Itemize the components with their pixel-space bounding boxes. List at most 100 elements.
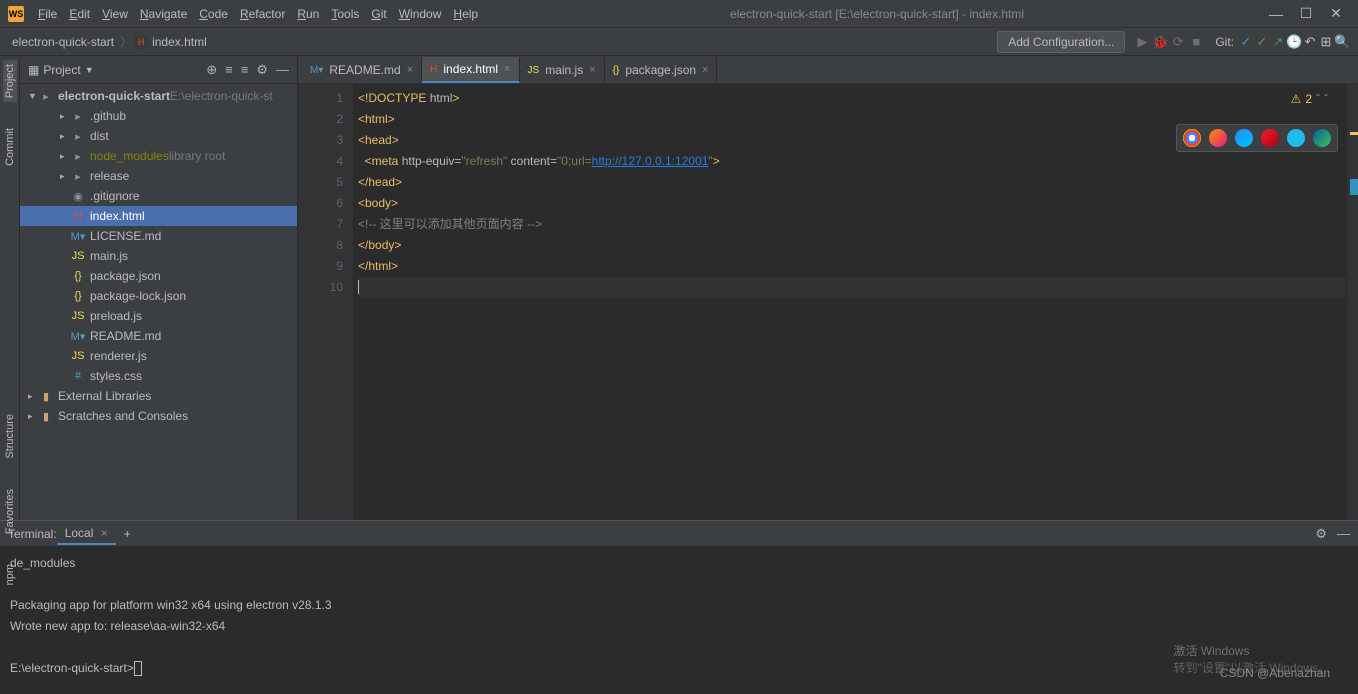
tree-root[interactable]: ▼▸electron-quick-start E:\electron-quick… xyxy=(20,86,297,106)
html-icon: H xyxy=(134,35,148,49)
csdn-attribution: CSDN @Abenazhan xyxy=(1220,666,1330,680)
close-tab-icon[interactable]: × xyxy=(101,526,108,540)
menu-tools[interactable]: Tools xyxy=(325,3,365,25)
tree-item-renderer-js[interactable]: JSrenderer.js xyxy=(20,346,297,366)
opera-icon[interactable] xyxy=(1261,129,1279,147)
editor-body: 12345678910 <!DOCTYPE html><html><head> … xyxy=(298,84,1358,520)
tree-scratches[interactable]: ▸▮Scratches and Consoles xyxy=(20,406,297,426)
debug-icon[interactable]: 🐞 xyxy=(1151,34,1169,50)
minimize-button[interactable]: — xyxy=(1270,8,1282,20)
tree-item-index-html[interactable]: Hindex.html xyxy=(20,206,297,226)
tree-item-release[interactable]: ▸▸release xyxy=(20,166,297,186)
menu-code[interactable]: Code xyxy=(193,3,234,25)
collapse-all-icon[interactable]: ≡ xyxy=(241,62,249,78)
breadcrumb-file[interactable]: index.html xyxy=(148,33,211,51)
terminal-tab-local[interactable]: Local × xyxy=(57,523,116,545)
warning-icon: ⚠ xyxy=(1291,92,1302,106)
sidebar-title[interactable]: ▦ Project ▼ xyxy=(28,63,94,77)
main-area: Project Commit ▦ Project ▼ ⊕ ≡ ≡ ⚙ — ▼▸e… xyxy=(0,56,1358,520)
firefox-icon[interactable] xyxy=(1209,129,1227,147)
tree-item-styles-css[interactable]: #styles.css xyxy=(20,366,297,386)
tree-item-package-lock-json[interactable]: {}package-lock.json xyxy=(20,286,297,306)
line-gutter: 12345678910 xyxy=(298,84,354,520)
tool-tab-project[interactable]: Project xyxy=(3,60,17,102)
tool-tab-favorites[interactable]: Favorites xyxy=(3,485,17,538)
tool-tab-commit[interactable]: Commit xyxy=(3,124,17,170)
window-title: electron-quick-start [E:\electron-quick-… xyxy=(484,7,1270,21)
tree-item-package-json[interactable]: {}package.json xyxy=(20,266,297,286)
close-button[interactable]: ✕ xyxy=(1330,8,1342,20)
project-tree[interactable]: ▼▸electron-quick-start E:\electron-quick… xyxy=(20,84,297,520)
tree-item-README-md[interactable]: M▾README.md xyxy=(20,326,297,346)
add-configuration-button[interactable]: Add Configuration... xyxy=(997,31,1125,53)
maximize-button[interactable]: ☐ xyxy=(1300,8,1312,20)
tree-item-dist[interactable]: ▸▸dist xyxy=(20,126,297,146)
coverage-icon[interactable]: ⟳ xyxy=(1169,34,1187,50)
git-label: Git: xyxy=(1215,35,1234,49)
ie-icon[interactable] xyxy=(1287,129,1305,147)
terminal-panel: Terminal: Local × + ⚙ — de_modules Packa… xyxy=(0,520,1358,694)
terminal-hide-icon[interactable]: — xyxy=(1337,526,1350,542)
menu-edit[interactable]: Edit xyxy=(63,3,96,25)
tree-item-preload-js[interactable]: JSpreload.js xyxy=(20,306,297,326)
chrome-icon[interactable] xyxy=(1183,129,1201,147)
git-commit-icon[interactable]: ✓ xyxy=(1254,34,1270,50)
menu-refactor[interactable]: Refactor xyxy=(234,3,291,25)
sidebar-title-label: Project xyxy=(43,63,80,77)
settings-icon[interactable]: ⚙ xyxy=(256,62,268,78)
tab-main-js[interactable]: JSmain.js× xyxy=(520,57,605,83)
close-tab-icon[interactable]: × xyxy=(589,64,595,76)
terminal-tab-label: Local xyxy=(65,526,94,540)
warning-count: 2 xyxy=(1305,92,1312,106)
run-icon[interactable]: ▶ xyxy=(1133,34,1151,50)
menu-navigate[interactable]: Navigate xyxy=(134,3,193,25)
tree-item--gitignore[interactable]: ◉.gitignore xyxy=(20,186,297,206)
tree-item-LICENSE-md[interactable]: M▾LICENSE.md xyxy=(20,226,297,246)
tool-tab-structure[interactable]: Structure xyxy=(3,410,17,463)
safari-icon[interactable] xyxy=(1235,129,1253,147)
project-icon: ▦ xyxy=(28,63,39,77)
terminal-settings-icon[interactable]: ⚙ xyxy=(1315,526,1327,542)
breadcrumb-root[interactable]: electron-quick-start xyxy=(8,33,118,51)
tool-tab-npm[interactable]: npm xyxy=(3,560,17,589)
close-tab-icon[interactable]: × xyxy=(702,64,708,76)
menu-run[interactable]: Run xyxy=(291,3,325,25)
main-menu: FileEditViewNavigateCodeRefactorRunTools… xyxy=(32,7,484,21)
tab-README-md[interactable]: M▾README.md× xyxy=(302,57,422,83)
menu-file[interactable]: File xyxy=(32,3,63,25)
terminal-output[interactable]: de_modules Packaging app for platform wi… xyxy=(0,547,1358,694)
tree-item-main-js[interactable]: JSmain.js xyxy=(20,246,297,266)
window-controls: — ☐ ✕ xyxy=(1270,8,1350,20)
app-icon: WS xyxy=(8,6,24,22)
git-push-icon[interactable]: ↗ xyxy=(1270,34,1286,50)
menu-view[interactable]: View xyxy=(96,3,134,25)
history-icon[interactable]: 🕒 xyxy=(1286,34,1302,50)
edge-icon[interactable] xyxy=(1313,129,1331,147)
git-update-icon[interactable]: ✓ xyxy=(1238,34,1254,50)
rollback-icon[interactable]: ↶ xyxy=(1302,34,1318,50)
tab-index-html[interactable]: Hindex.html× xyxy=(422,57,519,83)
tree-item-node_modules[interactable]: ▸▸node_modules library root xyxy=(20,146,297,166)
tab-package-json[interactable]: {}package.json× xyxy=(605,57,718,83)
breadcrumb-separator: 〉 xyxy=(120,33,132,50)
tree-item--github[interactable]: ▸▸.github xyxy=(20,106,297,126)
select-opened-icon[interactable]: ⊕ xyxy=(206,62,217,78)
dropdown-icon: ▼ xyxy=(85,65,94,75)
tree-libs[interactable]: ▸▮External Libraries xyxy=(20,386,297,406)
close-tab-icon[interactable]: × xyxy=(407,64,413,76)
ide-settings-icon[interactable]: ⊞ xyxy=(1318,34,1334,50)
menu-help[interactable]: Help xyxy=(447,3,484,25)
search-everywhere-icon[interactable]: 🔍 xyxy=(1334,34,1350,50)
inspection-indicator[interactable]: ⚠ 2 ˆˇ xyxy=(1291,92,1328,106)
close-tab-icon[interactable]: × xyxy=(504,63,510,75)
menu-git[interactable]: Git xyxy=(365,3,392,25)
terminal-header: Terminal: Local × + ⚙ — xyxy=(0,521,1358,547)
error-stripe[interactable] xyxy=(1346,84,1358,520)
expand-all-icon[interactable]: ≡ xyxy=(225,62,233,78)
menu-window[interactable]: Window xyxy=(393,3,448,25)
stop-icon[interactable]: ■ xyxy=(1187,34,1205,49)
project-sidebar: ▦ Project ▼ ⊕ ≡ ≡ ⚙ — ▼▸electron-quick-s… xyxy=(20,56,298,520)
hide-icon[interactable]: — xyxy=(276,62,289,78)
new-terminal-button[interactable]: + xyxy=(116,524,139,544)
sidebar-header: ▦ Project ▼ ⊕ ≡ ≡ ⚙ — xyxy=(20,56,297,84)
